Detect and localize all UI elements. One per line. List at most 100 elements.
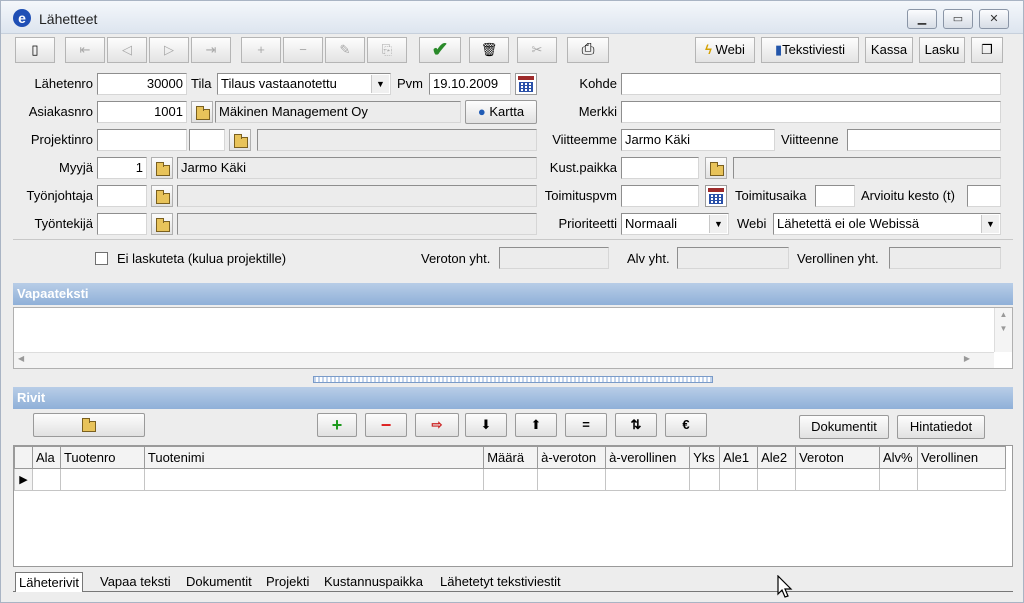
- tekstiviesti-button[interactable]: ▮Tekstiviesti: [761, 37, 859, 63]
- tila-select[interactable]: Tilaus vastaanotettu ▼: [217, 73, 391, 95]
- asiakas-lookup-folder-icon[interactable]: [191, 101, 213, 123]
- cell-tuotenro[interactable]: [59, 468, 145, 491]
- myyja-lookup-folder-icon[interactable]: [151, 157, 173, 179]
- projekti-sub-field[interactable]: [189, 129, 225, 151]
- equals-button[interactable]: =: [565, 413, 607, 437]
- viitteemme-field[interactable]: Jarmo Käki: [621, 129, 775, 151]
- last-record-icon[interactable]: ⇥: [191, 37, 231, 63]
- col-header-tuotenimi[interactable]: Tuotenimi: [143, 446, 485, 469]
- tyontekija-lookup-folder-icon[interactable]: [151, 213, 173, 235]
- table-row[interactable]: ▶: [14, 468, 1007, 491]
- myyja-nro-field[interactable]: 1: [97, 157, 147, 179]
- asiakasnro-field[interactable]: 1001: [97, 101, 187, 123]
- chevron-down-icon[interactable]: ▼: [981, 215, 999, 233]
- sort-button[interactable]: ⇅: [615, 413, 657, 437]
- webi-status-select[interactable]: Lähetettä ei ole Webissä ▼: [773, 213, 1001, 235]
- first-record-icon[interactable]: ⇤: [65, 37, 105, 63]
- projektinro-field[interactable]: [97, 129, 187, 151]
- chevron-down-icon[interactable]: ▼: [709, 215, 727, 233]
- remove-record-icon[interactable]: −: [283, 37, 323, 63]
- calendar-icon[interactable]: [515, 73, 537, 95]
- cell-a-veroton[interactable]: [537, 468, 607, 491]
- horizontal-scrollbar[interactable]: ◀ ▶: [14, 352, 994, 368]
- cell-tuotenimi[interactable]: [143, 468, 485, 491]
- col-header-tuotenro[interactable]: Tuotenro: [59, 446, 145, 469]
- document-icon[interactable]: ▯: [15, 37, 55, 63]
- tab-projekti[interactable]: Projekti: [263, 572, 312, 592]
- rivit-folder-button[interactable]: [33, 413, 145, 437]
- toimitusaika-field[interactable]: [815, 185, 855, 207]
- scroll-left-icon[interactable]: ◀: [18, 354, 24, 363]
- move-up-button[interactable]: ⬆: [515, 413, 557, 437]
- close-button[interactable]: ✕: [979, 9, 1009, 29]
- copy-record-icon[interactable]: ⎘: [367, 37, 407, 63]
- prev-record-icon[interactable]: ◁: [107, 37, 147, 63]
- scroll-right-icon[interactable]: ▶: [964, 354, 970, 363]
- tab-lahetetyt-tekstiviestit[interactable]: Lähetetyt tekstiviestit: [437, 572, 564, 592]
- maximize-button[interactable]: ▭: [943, 9, 973, 29]
- col-header-verollinen[interactable]: Verollinen: [916, 446, 1007, 469]
- col-header-veroton[interactable]: Veroton: [795, 446, 880, 469]
- vertical-scrollbar[interactable]: ▲ ▼: [994, 308, 1012, 352]
- kustpaikka-field[interactable]: [621, 157, 699, 179]
- export-row-button[interactable]: ⇨: [415, 413, 459, 437]
- cell-yks[interactable]: [689, 468, 721, 491]
- cell-ale2[interactable]: [757, 468, 797, 491]
- cell-ale1[interactable]: [719, 468, 759, 491]
- remove-row-button[interactable]: −: [365, 413, 407, 437]
- col-header-alv[interactable]: Alv%: [878, 446, 918, 469]
- link-icon[interactable]: ✂: [517, 37, 557, 63]
- viitteenne-field[interactable]: [847, 129, 1001, 151]
- minimize-button[interactable]: ▁: [907, 9, 937, 29]
- rivit-grid[interactable]: Ala Tuotenro Tuotenimi Määrä à-veroton à…: [13, 445, 1013, 567]
- tab-vapaa-teksti[interactable]: Vapaa teksti: [97, 572, 174, 592]
- arvioitu-kesto-field[interactable]: [967, 185, 1001, 207]
- tyontekija-field[interactable]: [97, 213, 147, 235]
- col-header-ale2[interactable]: Ale2: [757, 446, 797, 469]
- tab-kustannuspaikka[interactable]: Kustannuspaikka: [321, 572, 426, 592]
- col-header-yks[interactable]: Yks: [689, 446, 721, 469]
- edit-record-icon[interactable]: ✎: [325, 37, 365, 63]
- restore-icon[interactable]: ❐: [971, 37, 1003, 63]
- col-header-maara[interactable]: Määrä: [483, 446, 539, 469]
- tab-dokumentit[interactable]: Dokumentit: [183, 572, 255, 592]
- chevron-down-icon[interactable]: ▼: [371, 75, 389, 93]
- dokumentit-button[interactable]: Dokumentit: [799, 415, 889, 439]
- col-header-a-verollinen[interactable]: à-verollinen: [605, 446, 691, 469]
- kohde-field[interactable]: [621, 73, 1001, 95]
- cell-a-verollinen[interactable]: [605, 468, 691, 491]
- col-header-ale1[interactable]: Ale1: [719, 446, 759, 469]
- hintatiedot-button[interactable]: Hintatiedot: [897, 415, 985, 439]
- webi-button[interactable]: ϟ Webi: [695, 37, 755, 63]
- col-header-a-veroton[interactable]: à-veroton: [537, 446, 607, 469]
- toimituspvm-field[interactable]: [621, 185, 699, 207]
- scroll-down-icon[interactable]: ▼: [995, 322, 1012, 336]
- euro-button[interactable]: €: [665, 413, 707, 437]
- cell-verollinen[interactable]: [916, 468, 1007, 491]
- cell-maara[interactable]: [483, 468, 539, 491]
- toimituspvm-calendar-icon[interactable]: [705, 185, 727, 207]
- scroll-up-icon[interactable]: ▲: [995, 308, 1012, 322]
- move-down-button[interactable]: ⬇: [465, 413, 507, 437]
- merkki-field[interactable]: [621, 101, 1001, 123]
- cell-ala[interactable]: [31, 468, 61, 491]
- ei-laskuteta-checkbox[interactable]: [95, 252, 108, 265]
- cell-veroton[interactable]: [795, 468, 880, 491]
- add-record-icon[interactable]: +: [241, 37, 281, 63]
- splitter-handle[interactable]: [313, 376, 713, 383]
- vapaateksti-textarea[interactable]: ▲ ▼ ◀ ▶: [13, 307, 1013, 369]
- kartta-button[interactable]: ● Kartta: [465, 100, 537, 124]
- col-header-ala[interactable]: Ala: [31, 446, 61, 469]
- prioriteetti-select[interactable]: Normaali ▼: [621, 213, 729, 235]
- next-record-icon[interactable]: ▷: [149, 37, 189, 63]
- kustpaikka-lookup-folder-icon[interactable]: [705, 157, 727, 179]
- tyonjohtaja-lookup-folder-icon[interactable]: [151, 185, 173, 207]
- tab-laheterivit[interactable]: Läheterivit: [15, 572, 83, 592]
- projekti-lookup-folder-icon[interactable]: [229, 129, 251, 151]
- add-row-button[interactable]: +: [317, 413, 357, 437]
- pvm-field[interactable]: 19.10.2009: [429, 73, 511, 95]
- lasku-button[interactable]: Lasku: [919, 37, 965, 63]
- kassa-button[interactable]: Kassa: [865, 37, 913, 63]
- confirm-icon[interactable]: ✔: [419, 37, 461, 63]
- lahetenro-field[interactable]: 30000: [97, 73, 187, 95]
